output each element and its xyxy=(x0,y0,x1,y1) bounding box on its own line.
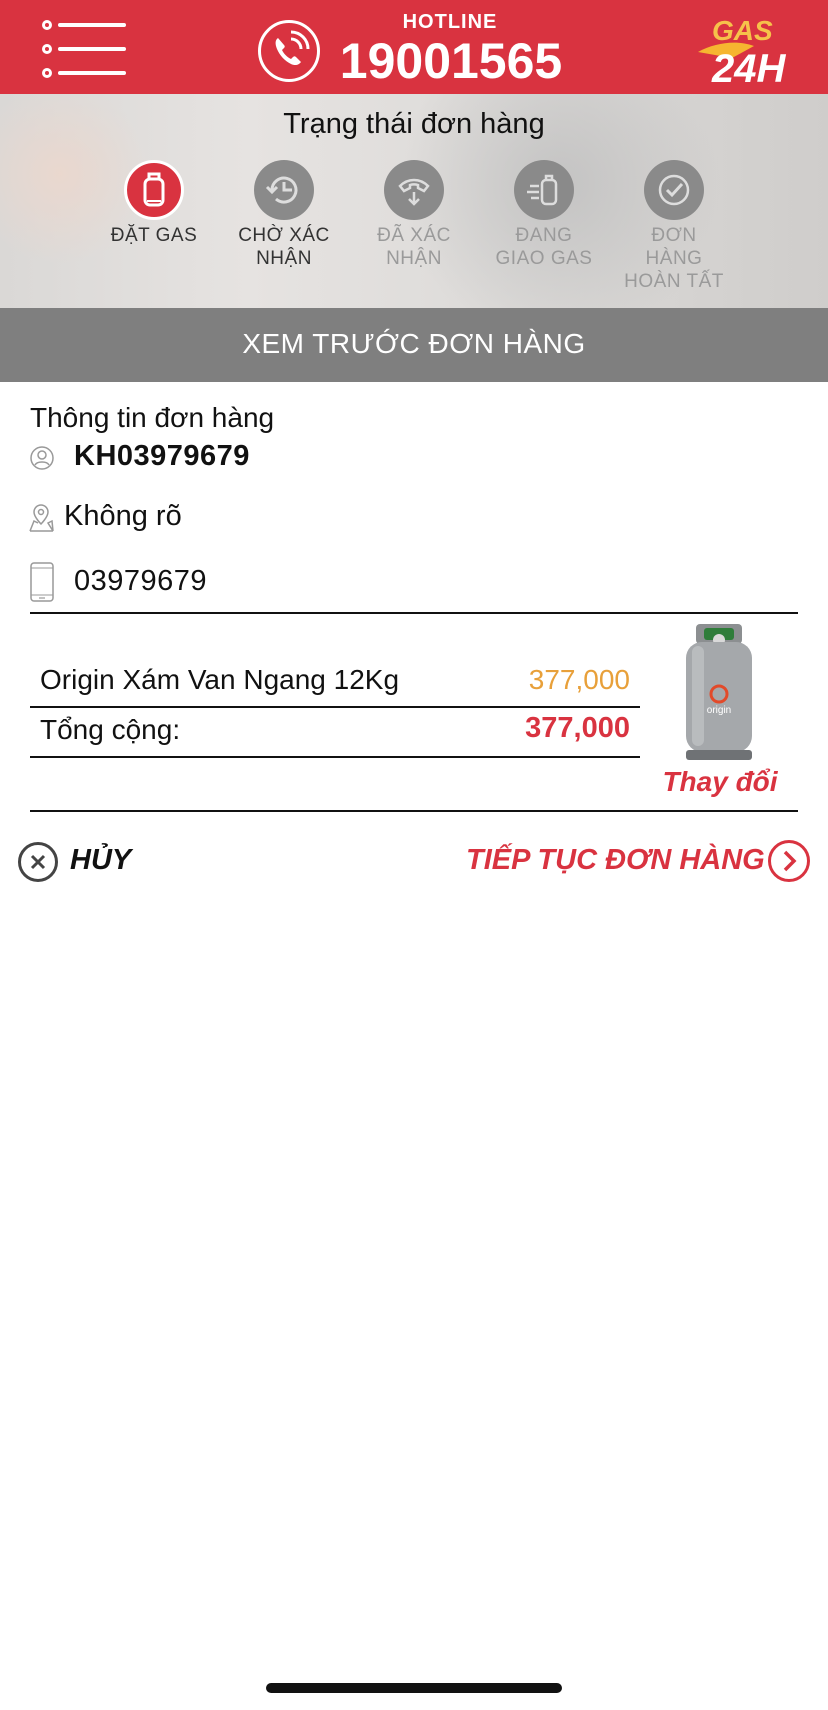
map-pin-icon xyxy=(28,503,54,533)
hotline-label: HOTLINE xyxy=(402,11,498,33)
check-circle-icon xyxy=(644,160,704,220)
continue-label: TIẾP TỤC ĐƠN HÀNG xyxy=(466,844,765,876)
menu-icon[interactable] xyxy=(42,20,128,78)
delivery-address: Không rõ xyxy=(64,500,182,532)
order-status-title: Trạng thái đơn hàng xyxy=(283,108,545,140)
clock-history-icon xyxy=(254,160,314,220)
hotline-phone-icon[interactable] xyxy=(258,20,320,82)
delivery-cylinder-icon xyxy=(514,160,574,220)
user-icon xyxy=(30,446,54,470)
gas-cylinder-icon xyxy=(124,160,184,220)
total-value: 377,000 xyxy=(525,712,630,744)
logo-gas-text: GAS xyxy=(712,15,773,46)
product-name: Origin Xám Van Ngang 12Kg xyxy=(40,664,400,695)
section-title: XEM TRƯỚC ĐƠN HÀNG xyxy=(242,328,586,359)
customer-code: KH03979679 xyxy=(74,440,250,472)
phone-receiver-icon xyxy=(384,160,444,220)
cylinder-brand-text: origin xyxy=(707,705,731,716)
status-step-label: ĐÃ XÁC NHẬN xyxy=(377,225,451,269)
status-step-completed: ĐƠN HÀNG HOÀN TẤT xyxy=(609,160,739,293)
mobile-phone-icon xyxy=(30,562,54,602)
divider xyxy=(30,706,640,708)
continue-order-button[interactable]: TIẾP TỤC ĐƠN HÀNG xyxy=(462,838,810,884)
status-step-delivering: ĐANG GIAO GAS xyxy=(479,160,609,270)
divider xyxy=(30,612,798,614)
status-step-label: ĐANG GIAO GAS xyxy=(495,225,593,269)
status-step-label: CHỜ XÁC NHẬN xyxy=(238,225,330,269)
chevron-right-circle-icon xyxy=(768,840,810,882)
gas-cylinder-image: origin xyxy=(682,624,756,764)
product-price: 377,000 xyxy=(528,664,630,695)
status-step-label: ĐƠN HÀNG HOÀN TẤT xyxy=(624,225,724,292)
total-label: Tổng cộng: xyxy=(40,714,181,745)
order-info-heading: Thông tin đơn hàng xyxy=(30,402,275,433)
divider xyxy=(30,756,640,758)
change-product-link[interactable]: Thay đổi xyxy=(640,766,800,798)
divider xyxy=(30,810,798,812)
cancel-label: HỦY xyxy=(70,844,132,876)
status-step-order-gas: ĐẶT GAS xyxy=(89,160,219,247)
status-step-waiting-confirm: CHỜ XÁC NHẬN xyxy=(219,160,349,270)
hotline-number[interactable]: 19001565 xyxy=(328,34,574,88)
home-indicator xyxy=(266,1683,562,1693)
status-step-label: ĐẶT GAS xyxy=(110,225,198,246)
customer-phone: 03979679 xyxy=(74,565,208,597)
close-circle-icon xyxy=(18,842,58,882)
logo-24h-text: 24H xyxy=(711,47,786,86)
gas24h-logo: GAS 24H xyxy=(692,12,788,91)
status-step-confirmed: ĐÃ XÁC NHẬN xyxy=(349,160,479,270)
cancel-button[interactable]: HỦY xyxy=(18,840,148,884)
